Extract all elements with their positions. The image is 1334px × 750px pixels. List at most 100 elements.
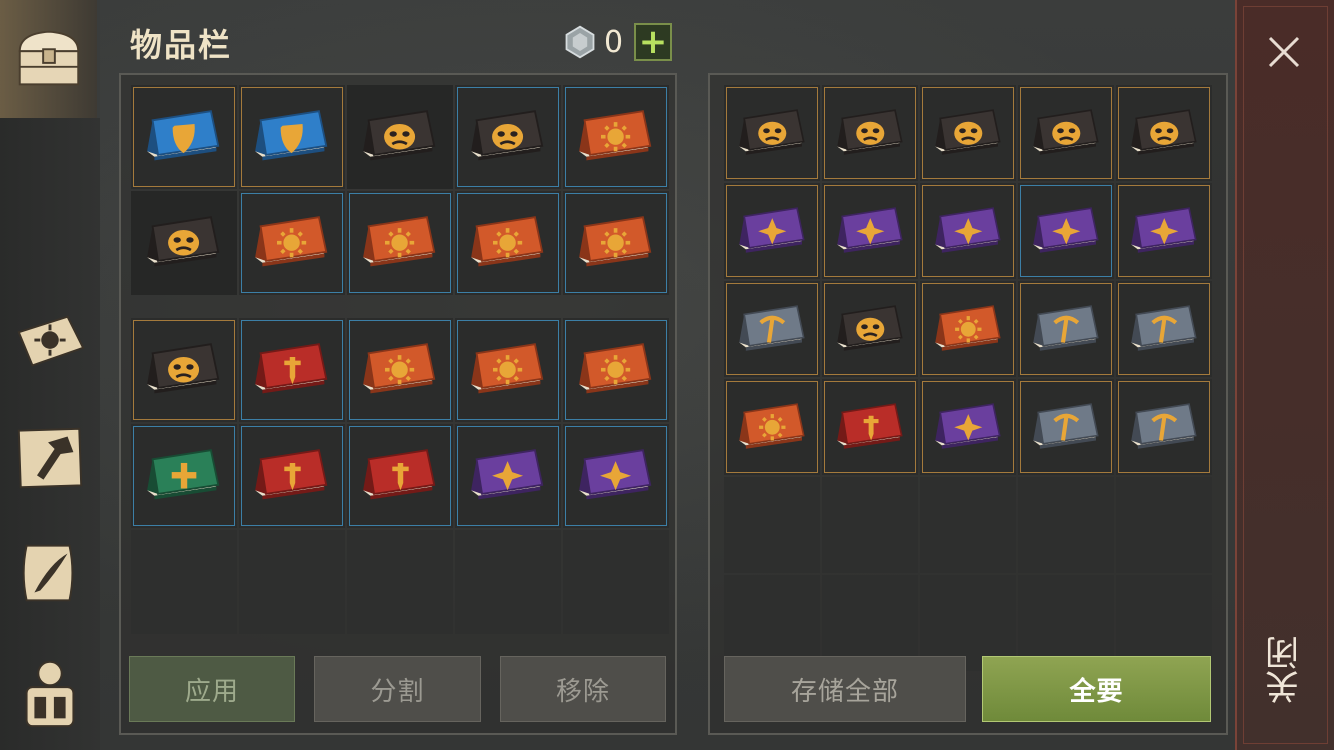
inventory-slot[interactable] — [347, 424, 453, 528]
backpack-character-icon — [25, 660, 75, 728]
gem-icon — [565, 25, 595, 59]
blue-shield-book-icon — [255, 110, 328, 161]
tab-recipes[interactable] — [0, 287, 100, 397]
container-empty-slot[interactable] — [1116, 477, 1212, 573]
close-icon[interactable] — [1262, 30, 1306, 74]
container-slot[interactable] — [724, 85, 820, 181]
inventory-slot[interactable] — [239, 85, 345, 189]
container-slot[interactable] — [1116, 379, 1212, 475]
inventory-slot[interactable] — [563, 85, 669, 189]
inventory-slot[interactable] — [347, 85, 453, 189]
split-button[interactable]: 分割 — [314, 656, 481, 722]
inventory-empty-slot[interactable] — [563, 530, 669, 634]
container-empty-slot[interactable] — [920, 477, 1016, 573]
store-all-button[interactable]: 存储全部 — [724, 656, 966, 722]
inventory-slot[interactable] — [563, 318, 669, 422]
container-slot[interactable] — [724, 281, 820, 377]
inventory-empty-slot[interactable] — [455, 530, 561, 634]
sidebar — [0, 0, 100, 750]
purple-star-book-icon — [934, 402, 1001, 449]
orange-sun-book-icon — [579, 343, 652, 394]
container-slot[interactable] — [724, 183, 820, 279]
inventory-slot[interactable] — [131, 191, 237, 295]
red-sword-book-icon — [255, 343, 328, 394]
purple-star-book-icon — [579, 449, 652, 500]
container-slot[interactable] — [920, 85, 1016, 181]
container-slot[interactable] — [724, 379, 820, 475]
black-mask-book-icon — [934, 108, 1001, 155]
scroll-quill-icon — [22, 544, 74, 602]
inventory-slot[interactable] — [455, 191, 561, 295]
red-sword-book-icon — [255, 449, 328, 500]
red-sword-book-icon — [836, 402, 903, 449]
purple-star-book-icon — [1130, 206, 1197, 253]
inventory-slot[interactable] — [563, 424, 669, 528]
purple-star-book-icon — [1032, 206, 1099, 253]
add-currency-button[interactable]: + — [634, 23, 672, 61]
inventory-slot[interactable] — [455, 85, 561, 189]
tab-crafting[interactable] — [0, 403, 100, 513]
inventory-slot[interactable] — [131, 424, 237, 528]
orange-sun-book-icon — [255, 216, 328, 267]
currency-value: 0 — [604, 24, 624, 60]
orange-sun-book-icon — [579, 216, 652, 267]
container-slot[interactable] — [1018, 85, 1114, 181]
container-slot[interactable] — [822, 183, 918, 279]
container-slot[interactable] — [1116, 281, 1212, 377]
container-slot[interactable] — [1018, 281, 1114, 377]
inventory-empty-slot[interactable] — [347, 530, 453, 634]
container-slot[interactable] — [920, 281, 1016, 377]
red-sword-book-icon — [363, 449, 436, 500]
close-label[interactable]: 关闭 — [1262, 620, 1308, 720]
container-slot[interactable] — [822, 281, 918, 377]
inventory-slot[interactable] — [455, 424, 561, 528]
grey-pickaxe-book-icon — [1130, 304, 1197, 351]
container-slot[interactable] — [920, 183, 1016, 279]
inventory-grid-main — [131, 318, 669, 634]
orange-sun-book-icon — [363, 343, 436, 394]
container-empty-slot[interactable] — [724, 477, 820, 573]
container-slot[interactable] — [920, 379, 1016, 475]
inventory-slot[interactable] — [563, 191, 669, 295]
container-empty-slot[interactable] — [822, 477, 918, 573]
inventory-slot[interactable] — [239, 424, 345, 528]
purple-star-book-icon — [934, 206, 1001, 253]
tab-character[interactable] — [0, 638, 100, 748]
container-empty-slot[interactable] — [1018, 477, 1114, 573]
tab-quests[interactable] — [0, 518, 100, 628]
black-mask-book-icon — [471, 110, 544, 161]
inventory-slot[interactable] — [239, 318, 345, 422]
container-slot[interactable] — [1116, 85, 1212, 181]
grey-pickaxe-book-icon — [1130, 402, 1197, 449]
inventory-slot[interactable] — [347, 318, 453, 422]
inventory-slot[interactable] — [131, 85, 237, 189]
black-mask-book-icon — [147, 343, 220, 394]
container-slot[interactable] — [822, 85, 918, 181]
inventory-slot[interactable] — [239, 191, 345, 295]
tab-inventory[interactable] — [0, 0, 100, 118]
container-slot[interactable] — [1116, 183, 1212, 279]
green-cross-book-icon — [147, 449, 220, 500]
inventory-empty-slot[interactable] — [239, 530, 345, 634]
black-mask-book-icon — [147, 216, 220, 267]
black-mask-book-icon — [363, 110, 436, 161]
page-title: 物品栏 — [130, 26, 233, 64]
take-all-button[interactable]: 全要 — [982, 656, 1211, 722]
inventory-slot[interactable] — [131, 318, 237, 422]
orange-sun-book-icon — [934, 304, 1001, 351]
container-grid — [724, 85, 1212, 671]
inventory-slot[interactable] — [455, 318, 561, 422]
apply-button[interactable]: 应用 — [129, 656, 295, 722]
remove-button[interactable]: 移除 — [500, 656, 666, 722]
chest-icon — [18, 30, 79, 86]
black-mask-book-icon — [836, 108, 903, 155]
plus-icon: + — [638, 22, 668, 62]
orange-sun-book-icon — [471, 216, 544, 267]
currency-display: 0 + — [562, 22, 672, 62]
container-slot[interactable] — [822, 379, 918, 475]
container-slot[interactable] — [1018, 183, 1114, 279]
inventory-empty-slot[interactable] — [131, 530, 237, 634]
inventory-slot[interactable] — [347, 191, 453, 295]
container-slot[interactable] — [1018, 379, 1114, 475]
black-mask-book-icon — [836, 304, 903, 351]
